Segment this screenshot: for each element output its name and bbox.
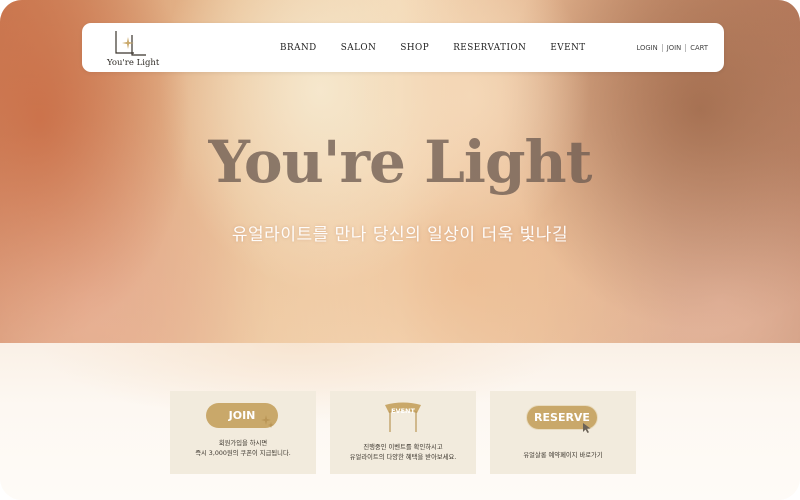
event-caption: 진행중인 이벤트를 확인하시고 유얼라이트의 다양한 혜택을 받아보세요.: [330, 443, 476, 463]
site-header: You're Light BRAND SALON SHOP RESERVATIO…: [82, 23, 724, 72]
join-caption-line: 회원가입을 하시면: [218, 440, 268, 447]
cursor-arrow-icon: [583, 423, 591, 433]
join-caption-line: 즉시 3,000원의 쿠폰이 지급됩니다.: [195, 450, 291, 457]
reserve-card[interactable]: RESERVE 유얼살롱 예약페이지 바로가기: [490, 391, 636, 474]
logo-mark-icon: [115, 31, 146, 56]
nav-brand[interactable]: BRAND: [280, 43, 317, 53]
util-links: LOGIN JOIN CART: [637, 23, 708, 72]
reserve-caption-line: 유얼살롱 예약페이지 바로가기: [523, 452, 603, 459]
event-card[interactable]: EVENT 진행중인 이벤트를 확인하시고 유얼라이트의 다양한 혜택을 받아보…: [330, 391, 476, 474]
join-link[interactable]: JOIN: [667, 44, 681, 52]
logo-text: You're Light: [107, 58, 160, 68]
util-divider: [685, 43, 687, 52]
join-card[interactable]: JOIN 회원가입을 하시면 즉시 3,000원의 쿠폰이 지급됩니다.: [170, 391, 316, 474]
nav-reservation[interactable]: RESERVATION: [453, 43, 526, 53]
event-flag-icon: EVENT: [383, 401, 423, 433]
nav-salon[interactable]: SALON: [341, 43, 377, 53]
event-caption-line: 진행중인 이벤트를 확인하시고: [363, 444, 443, 451]
nav-event[interactable]: EVENT: [550, 43, 585, 53]
nav-shop[interactable]: SHOP: [400, 43, 429, 53]
join-caption: 회원가입을 하시면 즉시 3,000원의 쿠폰이 지급됩니다.: [170, 439, 316, 459]
brand-logo[interactable]: You're Light: [104, 27, 159, 69]
cart-link[interactable]: CART: [690, 44, 708, 52]
join-badge-label: JOIN: [228, 409, 256, 422]
sparkle-icon: [261, 415, 274, 428]
event-badge-label: EVENT: [391, 407, 415, 415]
reserve-caption: 유얼살롱 예약페이지 바로가기: [490, 451, 636, 461]
main-nav: BRAND SALON SHOP RESERVATION EVENT: [280, 23, 610, 72]
page-frame: You're Light BRAND SALON SHOP RESERVATIO…: [0, 0, 800, 500]
login-link[interactable]: LOGIN: [637, 44, 658, 52]
util-divider: [661, 43, 663, 52]
hero-title: You're Light: [208, 128, 593, 196]
hero-subtitle: 유얼라이트를 만나 당신의 일상이 더욱 빛나길: [231, 225, 569, 245]
event-caption-line: 유얼라이트의 다양한 혜택을 받아보세요.: [349, 454, 457, 461]
